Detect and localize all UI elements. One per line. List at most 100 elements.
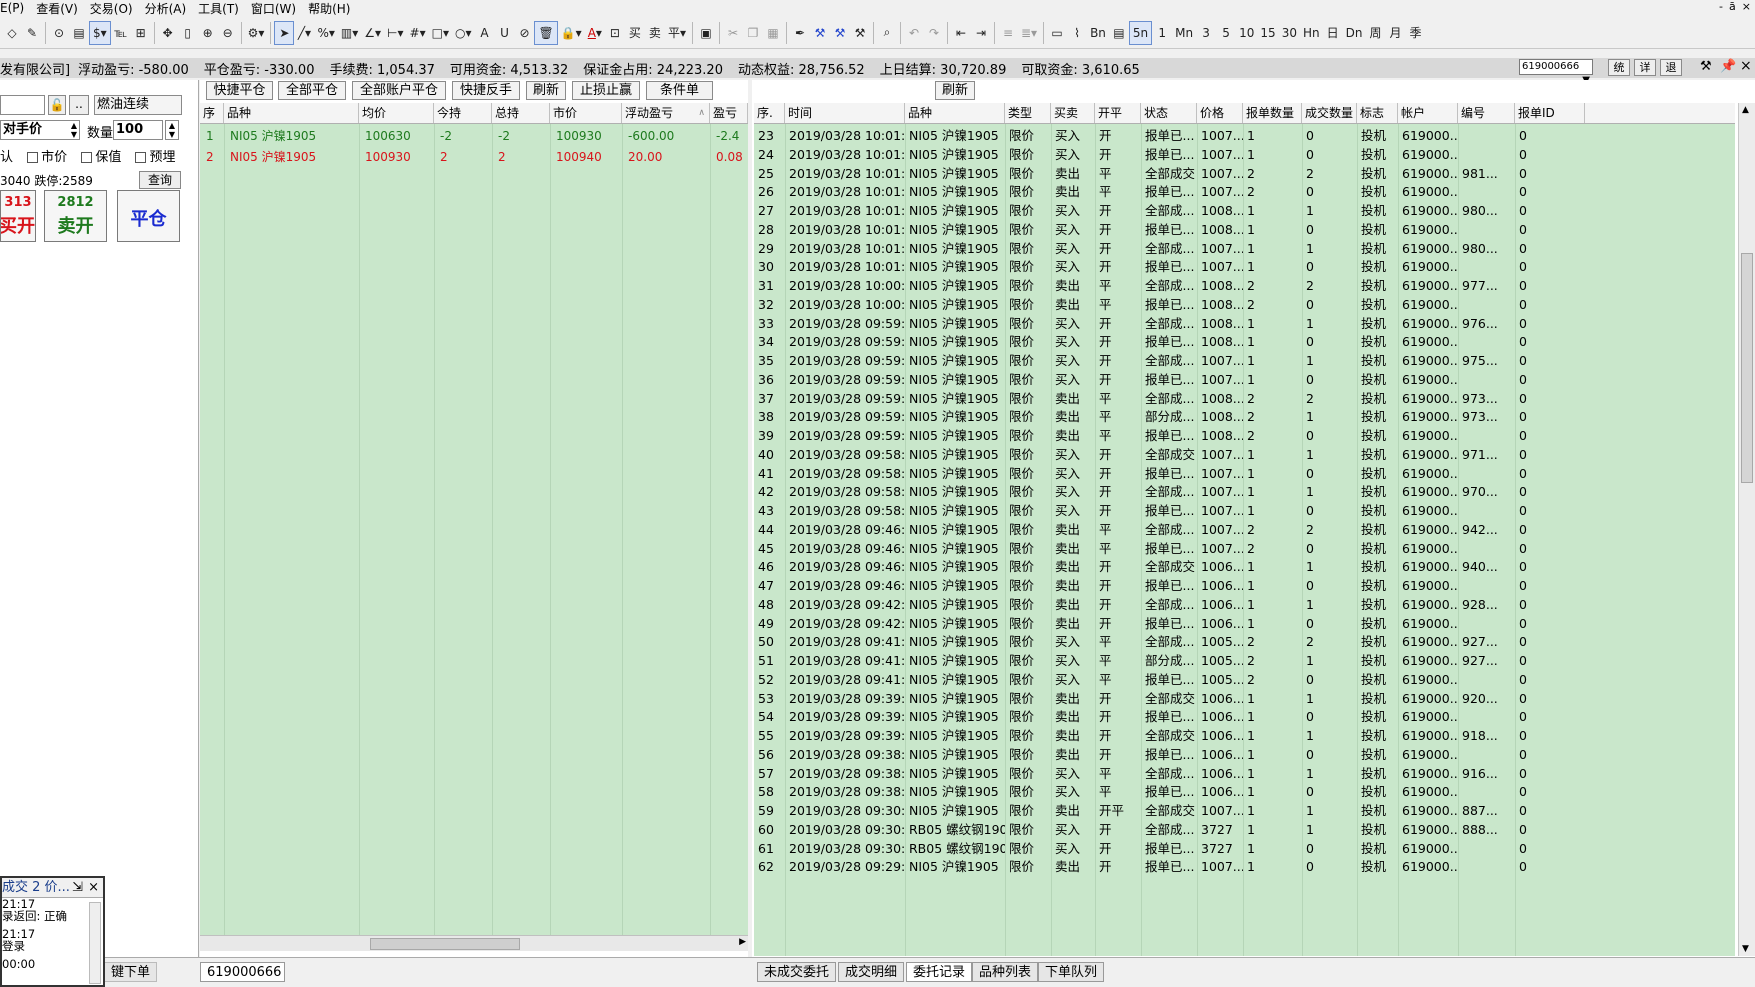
tab-pending-orders[interactable]: 未成交委托 — [757, 962, 837, 982]
table-row[interactable]: 31 2019/03/28 10:00:15 NI05 沪镍1905 限价 卖出 平 全部成… — [754, 276, 1585, 295]
table-row[interactable]: 24 2019/03/28 10:01:39NI05 沪镍1905 限价 买入 开 报单已… — [754, 145, 1585, 164]
alarm-icon[interactable]: ⚒ — [810, 21, 830, 45]
play-icon[interactable]: ⊙ — [49, 21, 69, 45]
table-row[interactable]: 58 2019/03/28 09:38:26NI05 沪镍1905 限价 买入 平 报单已… — [754, 782, 1585, 801]
align2-icon[interactable]: ≣▾ — [1018, 21, 1040, 45]
col-pl[interactable]: 盈亏 — [710, 103, 748, 123]
detail-button[interactable]: 详 — [1634, 59, 1656, 76]
box-icon[interactable]: ⊡ — [605, 21, 625, 45]
period-3[interactable]: 3 — [1196, 21, 1216, 45]
buy-open-button[interactable]: 313 买开 — [0, 190, 36, 242]
close-position-button[interactable]: 平仓 — [117, 190, 180, 242]
col-order-qty[interactable]: 报单数量 — [1243, 103, 1302, 123]
circle-icon[interactable]: ○▾ — [452, 21, 475, 45]
col-float[interactable]: 浮动盈亏 ∧ — [622, 103, 710, 123]
doc-icon[interactable]: ▤ — [69, 21, 89, 45]
period-5[interactable]: 5 — [1216, 21, 1236, 45]
period-1[interactable]: 1 — [1152, 21, 1172, 45]
quantity-stepper[interactable]: ▲ ▼ — [165, 120, 179, 140]
symbol-code-input[interactable] — [0, 95, 45, 115]
lock-icon[interactable]: 🔒▾ — [558, 21, 585, 45]
pin-icon[interactable]: 📌 — [1720, 59, 1736, 74]
percent-icon[interactable]: %▾ — [314, 21, 337, 45]
col-offset[interactable]: 开平 — [1095, 103, 1141, 123]
account-select[interactable]: 619000666 ▼ — [1519, 59, 1593, 86]
spinner-icon[interactable]: ▲ ▼ — [71, 121, 77, 139]
table-row[interactable]: 1 NI05 沪镍1905 100630 -2 -2 100930 -600.0… — [200, 126, 748, 147]
menu-item-trade[interactable]: 交易(O) — [84, 0, 139, 17]
tab-trade-details[interactable]: 成交明细 — [838, 962, 905, 982]
table-row[interactable]: 49 2019/03/28 09:42:05NI05 沪镍1905 限价 卖出 开 报单已… — [754, 614, 1585, 633]
table-row[interactable]: 29 2019/03/28 10:01:04NI05 沪镍1905 限价 买入 开 全部成… — [754, 239, 1585, 258]
col-symbol[interactable]: 品种 — [905, 103, 1005, 123]
outdent-icon[interactable]: ⇥ — [971, 21, 991, 45]
sell-icon[interactable]: 卖 — [645, 21, 665, 45]
ruler-icon[interactable]: ▯ — [178, 21, 198, 45]
align-icon[interactable]: ≡ — [998, 21, 1018, 45]
table-row[interactable]: 62 2019/03/28 09:29:56NI05 沪镍1905 限价 卖出 开 报单已… — [754, 857, 1585, 876]
col-fill-qty[interactable]: 成交数量 — [1302, 103, 1357, 123]
col-idx[interactable]: 序 — [200, 103, 224, 123]
u-icon[interactable]: U — [494, 21, 514, 45]
table-row[interactable]: 59 2019/03/28 09:30:03 NI05 沪镍1905 限价 卖出 开平 全部… — [754, 801, 1585, 820]
table-row[interactable]: 38 2019/03/28 09:59:17NI05 沪镍1905 限价 卖出 平 部分成… — [754, 407, 1585, 426]
table-row[interactable]: 28 2019/03/28 10:01:06NI05 沪镍1905 限价 买入 开 报单已… — [754, 220, 1585, 239]
tb-icon[interactable]: ℡ — [111, 21, 131, 45]
close-all-button[interactable]: 全部平仓 — [278, 81, 346, 100]
table-row[interactable]: 33 2019/03/28 09:59:59NI05 沪镍1905 限价 买入 开 全部成… — [754, 314, 1585, 333]
paste-icon[interactable]: ▦ — [763, 21, 783, 45]
sell-open-button[interactable]: 2812 卖开 — [44, 190, 107, 242]
table-row[interactable]: 61 2019/03/28 09:30:01RB05 螺纹钢1905限价 买入 开 报单… — [754, 839, 1585, 858]
settings-icon[interactable]: ⚒ — [1700, 59, 1712, 74]
table-row[interactable]: 27 2019/03/28 10:01:06 NI05 沪镍1905 限价 买入 开 全部成… — [754, 201, 1585, 220]
col-seq[interactable]: 序. — [754, 103, 785, 123]
restore-button[interactable]: ā — [1729, 0, 1736, 13]
table-row[interactable]: 55 2019/03/28 09:39:08 NI05 沪镍1905 限价 卖出 开 全部成… — [754, 726, 1585, 745]
col-status[interactable]: 状态 — [1141, 103, 1197, 123]
scroll-down-icon[interactable]: ▼ — [1742, 944, 1749, 954]
tab-order-queue[interactable]: 下单队列 — [1038, 962, 1105, 982]
undo-icon[interactable]: ↶ — [904, 21, 924, 45]
market-price-checkbox[interactable] — [27, 152, 39, 163]
tab-symbol-list[interactable]: 品种列表 — [972, 962, 1039, 982]
table-row[interactable]: 60 2019/03/28 09:30:01RB05 螺纹钢1905限价 买入 开 全部… — [754, 820, 1585, 839]
period-month[interactable]: 月 — [1385, 21, 1405, 45]
table-row[interactable]: 39 2019/03/28 09:59:17 NI05 沪镍1905 限价 卖出 平 报单已… — [754, 426, 1585, 445]
col-type[interactable]: 类型 — [1005, 103, 1051, 123]
query-button[interactable]: 查询 — [139, 171, 181, 189]
panel-close-icon[interactable]: × — [1740, 58, 1752, 74]
table-row[interactable]: 25 2019/03/28 10:01:17NI05 沪镍1905 限价 卖出 平 全部成… — [754, 164, 1585, 183]
quick-reverse-button[interactable]: 快捷反手 — [452, 81, 520, 100]
table-row[interactable]: 51 2019/03/28 09:41:51 NI05 沪镍1905 限价 买入 平 部分成… — [754, 651, 1585, 670]
log-scrollbar[interactable] — [89, 902, 101, 984]
scroll-up-icon[interactable]: ▲ — [1742, 105, 1749, 115]
minimize-button[interactable]: - — [1719, 0, 1723, 13]
period-10[interactable]: 10 — [1236, 21, 1257, 45]
stop-loss-button[interactable]: 止损止赢 — [572, 81, 640, 100]
table-row[interactable]: 23 2019/03/28 10:01:42 NI05 沪镍1905 限价 买入 开 报单已… — [754, 126, 1585, 145]
dollar-icon[interactable]: $ ▾ — [89, 20, 111, 45]
table-row[interactable]: 34 2019/03/28 09:59:59NI05 沪镍1905 限价 买入 开 报单已… — [754, 332, 1585, 351]
pen-icon[interactable]: ✒ — [790, 21, 810, 45]
preset-checkbox[interactable] — [135, 152, 147, 163]
chart-icon[interactable]: ⌇ — [1067, 21, 1087, 45]
scroll-thumb[interactable] — [1741, 253, 1753, 483]
col-today[interactable]: 今持 — [434, 103, 492, 123]
quick-close-button[interactable]: 快捷平仓 — [206, 81, 273, 100]
lock-icon[interactable]: 🔓 — [48, 95, 66, 115]
period-day[interactable]: 日 — [1323, 21, 1343, 45]
diamond-icon[interactable]: ◇ — [2, 21, 22, 45]
alarm2-icon[interactable]: ⚒ — [830, 21, 850, 45]
table-row[interactable]: 56 2019/03/28 09:38:49NI05 沪镍1905 限价 卖出 开 报单已… — [754, 745, 1585, 764]
table-row[interactable]: 26 2019/03/28 10:01:15NI05 沪镍1905 限价 卖出 平 报单已… — [754, 182, 1585, 201]
stat-button[interactable]: 统 — [1608, 59, 1630, 76]
menu-item-tools[interactable]: 工具(T) — [192, 0, 245, 17]
alarm3-icon[interactable]: ⚒ — [850, 21, 870, 45]
menu-item-analysis[interactable]: 分析(A) — [139, 0, 193, 17]
table-row[interactable]: 37 2019/03/28 09:59:17NI05 沪镍1905 限价 卖出 平 全部成… — [754, 389, 1585, 408]
tab-hotkey-order[interactable]: 键下单 — [104, 962, 158, 982]
period-5n[interactable]: 5n — [1128, 20, 1153, 45]
period-30[interactable]: 30 — [1279, 21, 1300, 45]
menu-item-view[interactable]: 查看(V) — [30, 0, 84, 17]
gear-icon[interactable]: ⚙▾ — [245, 21, 268, 45]
